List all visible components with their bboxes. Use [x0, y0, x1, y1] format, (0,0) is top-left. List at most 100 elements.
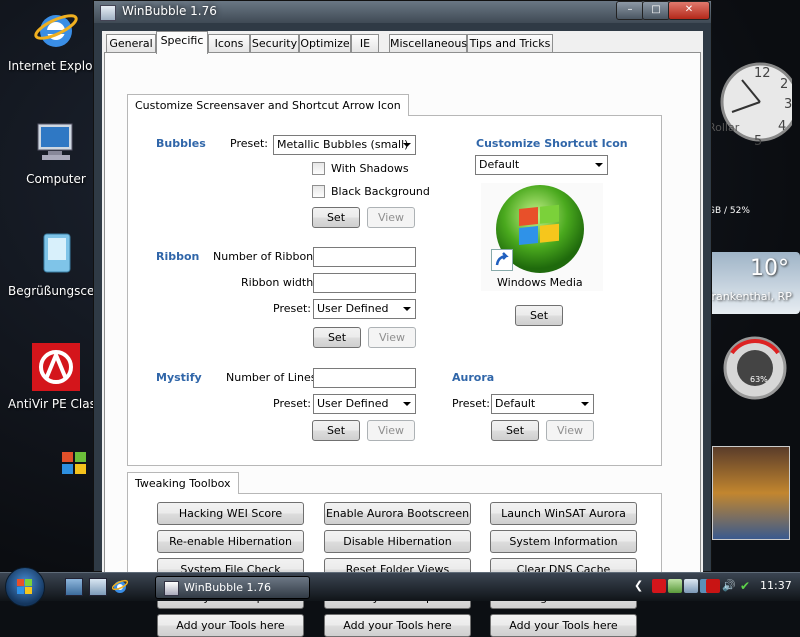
- taskbar-item-winbubble[interactable]: WinBubble 1.76: [155, 576, 310, 599]
- chevron-down-icon: [403, 143, 411, 147]
- shortcut-icon-dropdown[interactable]: Default: [475, 155, 608, 175]
- tab-tips-and-tricks[interactable]: Tips and Tricks: [467, 34, 553, 52]
- slideshow-gadget[interactable]: [712, 446, 790, 540]
- desktop-icon-computer[interactable]: Computer: [8, 118, 104, 186]
- bubbles-preset-dropdown[interactable]: Metallic Bubbles (small): [273, 135, 416, 155]
- tray-avira-icon[interactable]: [706, 579, 720, 593]
- desktop-icon-label: Computer: [26, 172, 86, 186]
- tab-security[interactable]: Security: [250, 34, 299, 52]
- mystify-preset-label: Preset:: [273, 397, 312, 410]
- window-client: General Specific Icons Security Optimize…: [102, 31, 703, 637]
- chevron-down-icon: [581, 402, 589, 406]
- start-button[interactable]: [5, 567, 45, 607]
- chevron-down-icon: [595, 163, 603, 167]
- tray-monitor-icon[interactable]: [684, 579, 698, 593]
- ribbon-preset-label: Preset:: [273, 302, 312, 315]
- mystify-view-button[interactable]: View: [367, 420, 415, 441]
- aurora-preset-value: Default: [495, 397, 536, 410]
- with-shadows-label: With Shadows: [331, 162, 409, 175]
- weather-city: Frankenthal, RP: [706, 290, 792, 303]
- tab-strip: General Specific Icons Security Optimize…: [102, 31, 703, 54]
- svg-text:4: 4: [778, 119, 786, 134]
- add-your-tools-button[interactable]: Add your Tools here: [324, 614, 471, 637]
- aurora-preset-label: Preset:: [452, 397, 491, 410]
- ribbon-preset-value: User Defined: [317, 302, 389, 315]
- shortcut-heading: Customize Shortcut Icon: [476, 137, 628, 150]
- ribbon-heading: Ribbon: [156, 250, 200, 263]
- mystify-preset-dropdown[interactable]: User Defined: [313, 394, 416, 414]
- bubbles-view-button[interactable]: View: [367, 207, 415, 228]
- tab-optimize[interactable]: Optimize: [299, 34, 351, 52]
- desktop-icon-label: Internet Explorer: [8, 59, 110, 73]
- aurora-heading: Aurora: [452, 371, 495, 384]
- tab-miscellaneous[interactable]: Miscellaneous: [389, 34, 467, 52]
- ribbon-view-button[interactable]: View: [368, 327, 416, 348]
- black-background-label: Black Background: [331, 185, 430, 198]
- meter-percent: 63%: [750, 375, 768, 384]
- aurora-preset-dropdown[interactable]: Default: [491, 394, 594, 414]
- reenable-hibernation-button[interactable]: Re-enable Hibernation: [157, 530, 304, 553]
- shortcut-icon-value: Default: [479, 158, 520, 171]
- bubbles-preset-value: Metallic Bubbles (small): [277, 138, 409, 151]
- svg-text:12: 12: [754, 66, 771, 81]
- mystify-preset-value: User Defined: [317, 397, 389, 410]
- screensaver-group-title: Customize Screensaver and Shortcut Arrow…: [127, 94, 409, 116]
- with-shadows-checkbox[interactable]: [312, 162, 325, 175]
- ribbon-width-input[interactable]: [313, 273, 416, 293]
- minimize-button[interactable]: –: [616, 1, 644, 20]
- svg-text:2: 2: [780, 77, 788, 92]
- add-your-tools-button[interactable]: Add your Tools here: [490, 614, 637, 637]
- tray-check-icon[interactable]: ✔: [740, 579, 754, 593]
- ribbon-preset-dropdown[interactable]: User Defined: [313, 299, 416, 319]
- tray-arrow-icon[interactable]: ❮: [634, 579, 648, 593]
- ribbon-number-input[interactable]: [313, 247, 416, 267]
- add-your-tools-button[interactable]: Add your Tools here: [157, 614, 304, 637]
- close-button[interactable]: ✕: [668, 1, 710, 20]
- svg-text:5: 5: [754, 134, 762, 149]
- ribbon-set-button[interactable]: Set: [313, 327, 361, 348]
- desktop-icon-label: AntiVir PE Classic: [8, 397, 113, 411]
- shortcut-preview: Windows Media: [481, 183, 603, 291]
- weather-temperature: 10°: [750, 256, 789, 281]
- desktop-icon-antivir[interactable]: AntiVir PE Classic: [8, 343, 113, 411]
- desktop-icon-welcome-center[interactable]: Begrüßungscenter: [8, 230, 120, 298]
- show-desktop-icon[interactable]: [65, 578, 83, 596]
- enable-aurora-bootscreen-button[interactable]: Enable Aurora Bootscreen: [324, 502, 471, 525]
- meter-gadget[interactable]: [720, 333, 790, 406]
- tray-volume-icon[interactable]: 🔊: [722, 579, 736, 593]
- launch-winsat-aurora-button[interactable]: Launch WinSAT Aurora: [490, 502, 637, 525]
- title-bar[interactable]: WinBubble 1.76 – □ ✕: [94, 1, 711, 23]
- tab-ie[interactable]: IE: [351, 34, 379, 52]
- tab-general[interactable]: General: [106, 34, 156, 52]
- tab-icons[interactable]: Icons: [208, 34, 250, 52]
- tray-network-icon[interactable]: [668, 579, 682, 593]
- internet-explorer-icon: [32, 5, 80, 53]
- desktop-icon-label: Begrüßungscenter: [8, 284, 120, 298]
- antivir-icon: [32, 343, 80, 391]
- taskbar-item-label: WinBubble 1.76: [184, 581, 271, 594]
- mystify-set-button[interactable]: Set: [312, 420, 360, 441]
- app-icon: [164, 581, 179, 596]
- windows-flag-icon: [60, 450, 90, 479]
- tab-specific[interactable]: Specific: [156, 31, 208, 54]
- bubbles-preset-label: Preset:: [230, 137, 269, 150]
- aurora-set-button[interactable]: Set: [491, 420, 539, 441]
- internet-explorer-icon[interactable]: [111, 578, 129, 594]
- shortcut-set-button[interactable]: Set: [515, 305, 563, 326]
- bubbles-set-button[interactable]: Set: [312, 207, 360, 228]
- mystify-lines-input[interactable]: [313, 368, 416, 388]
- desktop-icon-internet-explorer[interactable]: Internet Explorer: [8, 5, 110, 73]
- system-information-button[interactable]: System Information: [490, 530, 637, 553]
- maximize-button[interactable]: □: [642, 1, 670, 20]
- switch-windows-icon[interactable]: [89, 578, 107, 596]
- taskbar-clock[interactable]: 11:37: [760, 579, 792, 592]
- black-background-checkbox[interactable]: [312, 185, 325, 198]
- winbubble-window: WinBubble 1.76 – □ ✕ General Specific Ic…: [93, 0, 712, 637]
- window-title: WinBubble 1.76: [122, 4, 217, 18]
- app-icon: [100, 5, 116, 21]
- hacking-wei-score-button[interactable]: Hacking WEI Score: [157, 502, 304, 525]
- aurora-view-button[interactable]: View: [546, 420, 594, 441]
- tray-antivir-icon[interactable]: [652, 579, 666, 593]
- clock-gadget[interactable]: 12 3 2 4 5: [712, 50, 800, 163]
- disable-hibernation-button[interactable]: Disable Hibernation: [324, 530, 471, 553]
